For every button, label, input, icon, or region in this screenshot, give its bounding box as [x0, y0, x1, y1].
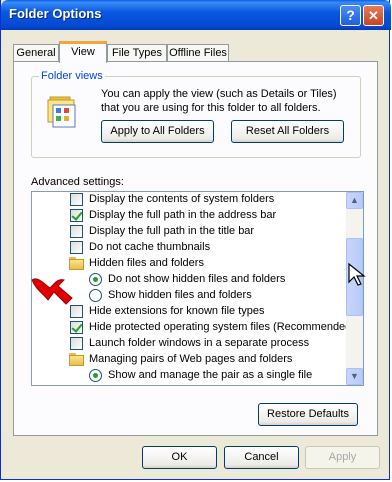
folder-options-dialog: Folder Options ? ✕ General View File Typ… [0, 0, 391, 480]
folder-views-icon [47, 96, 76, 128]
advanced-settings-list[interactable]: Display the contents of system folders D… [31, 191, 364, 386]
list-item[interactable]: Display the contents of system folders [32, 192, 344, 208]
reset-all-folders-button[interactable]: Reset All Folders [231, 120, 344, 143]
list-item[interactable]: Show hidden files and folders [32, 288, 344, 304]
list-item[interactable]: Show and manage the pair as a single fil… [32, 368, 344, 384]
title-bar[interactable]: Folder Options ? ✕ [1, 0, 391, 30]
red-arrow-annotation-icon [31, 278, 73, 305]
scroll-down-button[interactable]: ▼ [346, 368, 363, 385]
checkbox[interactable] [70, 321, 83, 334]
group-heading: Managing pairs of Web pages and folders [89, 353, 293, 365]
list-item[interactable]: Launch folder windows in a separate proc… [32, 336, 344, 352]
apply-to-all-folders-button[interactable]: Apply to All Folders [101, 120, 214, 143]
list-item-group: Managing pairs of Web pages and folders [32, 352, 344, 368]
radio-button[interactable] [89, 369, 102, 382]
help-button[interactable]: ? [340, 5, 361, 26]
list-item-label: Display the full path in the address bar [89, 209, 277, 221]
restore-defaults-button[interactable]: Restore Defaults [258, 403, 358, 426]
folder-icon [69, 257, 84, 270]
folder-views-group: Folder views You can apply the view (suc… [31, 70, 361, 158]
list-item-group: Hidden files and folders [32, 256, 344, 272]
checkbox[interactable] [70, 209, 83, 222]
close-button[interactable]: ✕ [363, 5, 384, 26]
folder-views-legend: Folder views [39, 70, 105, 82]
folder-icon [69, 353, 84, 366]
list-item[interactable]: Do not cache thumbnails [32, 240, 344, 256]
list-item[interactable]: Display the full path in the address bar [32, 208, 344, 224]
list-item-label: Display the contents of system folders [89, 193, 275, 205]
tab-view[interactable]: View [59, 41, 107, 63]
folder-views-description: You can apply the view (such as Details … [101, 88, 337, 114]
scroll-up-button[interactable]: ▲ [346, 192, 363, 209]
list-item[interactable]: Hide extensions for known file types [32, 304, 344, 320]
view-tab-panel: Folder views You can apply the view (suc… [13, 61, 378, 436]
list-item-label: Show hidden files and folders [108, 289, 252, 301]
tab-file-types[interactable]: File Types [107, 44, 167, 62]
resize-cursor-icon [348, 262, 366, 286]
list-item[interactable]: Do not show hidden files and folders [32, 272, 344, 288]
checkbox[interactable] [70, 193, 83, 206]
advanced-settings-label: Advanced settings: [31, 176, 124, 188]
radio-button[interactable] [89, 289, 102, 302]
cancel-button[interactable]: Cancel [224, 446, 299, 469]
list-item-label: Hide protected operating system files (R… [89, 321, 355, 333]
apply-button[interactable]: Apply [305, 446, 380, 469]
list-item-label: Launch folder windows in a separate proc… [89, 337, 310, 349]
group-heading: Hidden files and folders [89, 257, 204, 269]
tab-general[interactable]: General [13, 44, 59, 62]
scrollbar[interactable]: ▲ ▼ [346, 192, 363, 385]
checkbox[interactable] [70, 337, 83, 350]
checkbox[interactable] [70, 225, 83, 238]
list-item[interactable]: Hide protected operating system files (R… [32, 320, 355, 336]
radio-button[interactable] [89, 273, 102, 286]
checkbox[interactable] [70, 241, 83, 254]
list-item-label: Hide extensions for known file types [89, 305, 265, 317]
tab-offline-files[interactable]: Offline Files [167, 44, 229, 62]
list-item-label: Do not show hidden files and folders [108, 273, 286, 285]
list-item-label: Show and manage the pair as a single fil… [108, 369, 313, 381]
window-title: Folder Options [9, 6, 102, 21]
ok-button[interactable]: OK [142, 446, 217, 469]
list-item-label: Display the full path in the title bar [89, 225, 255, 237]
list-item[interactable]: Display the full path in the title bar [32, 224, 344, 240]
list-item-label: Do not cache thumbnails [89, 241, 211, 253]
